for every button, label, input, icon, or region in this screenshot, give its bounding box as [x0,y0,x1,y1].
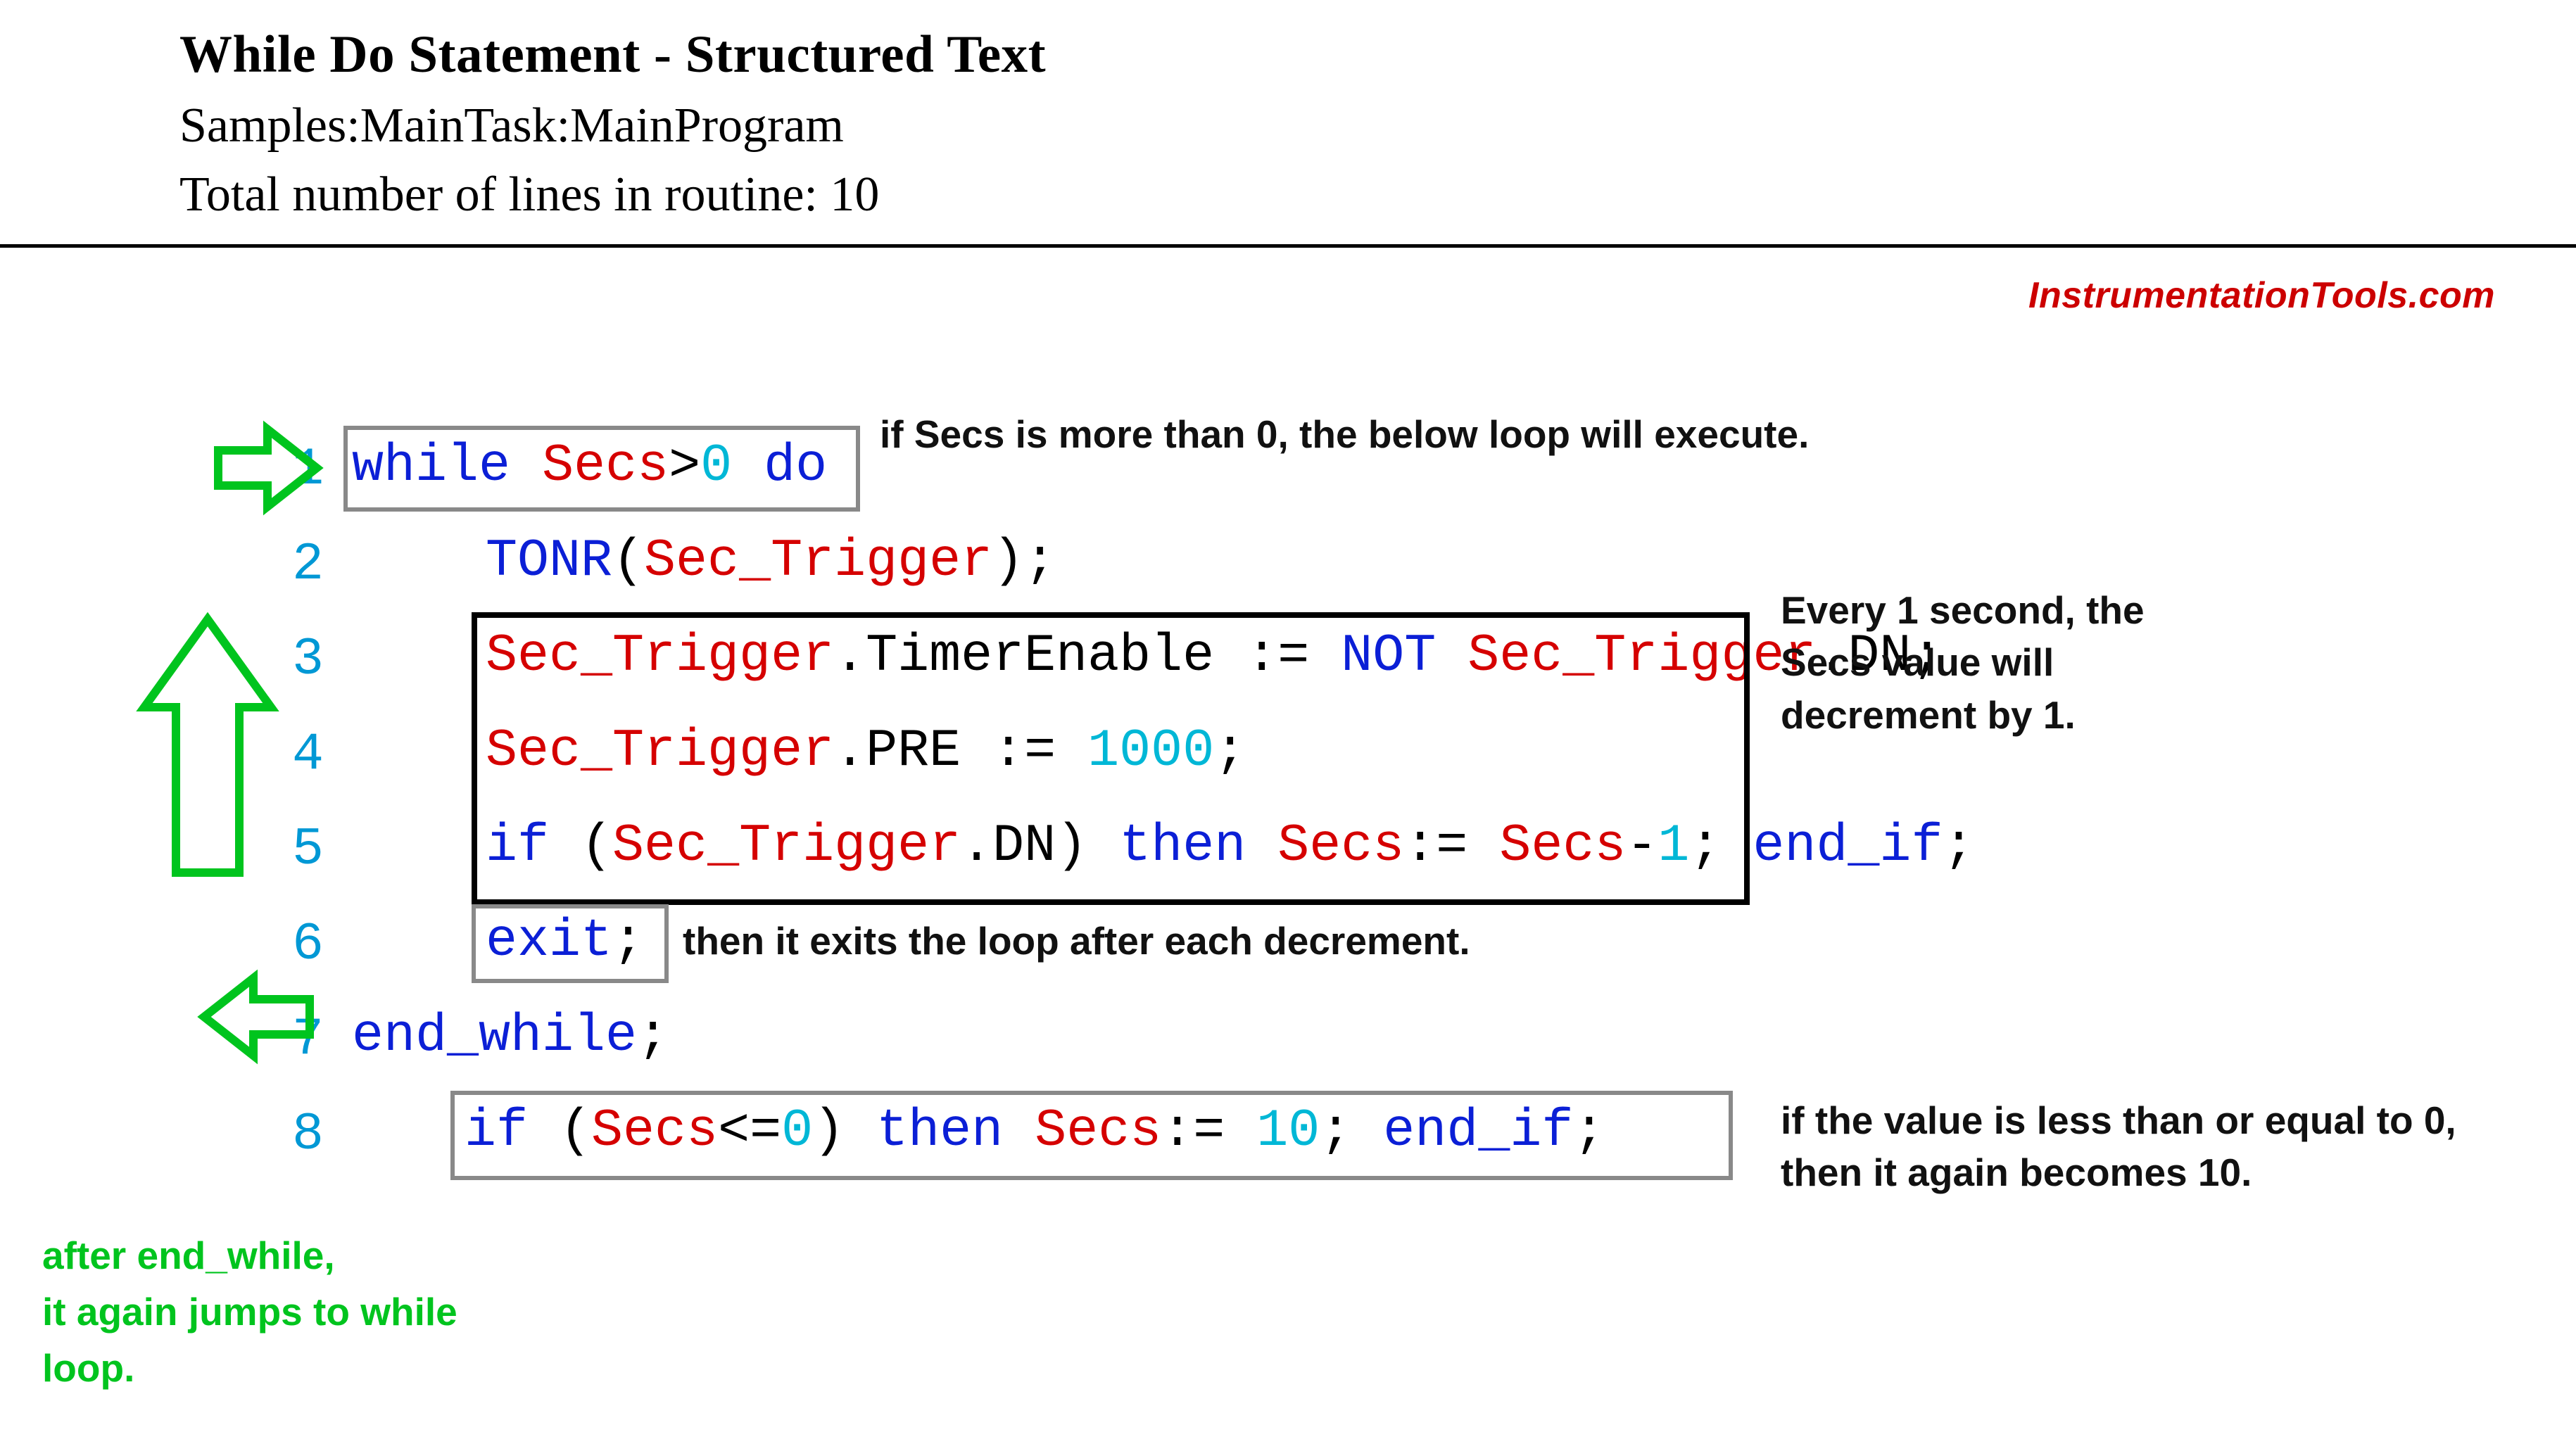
identifier-secs: Secs [1277,816,1404,876]
code-line-2: 2 TONR(Sec_Trigger); [282,524,2548,619]
annotation-line: then it again becomes 10. [1781,1146,2456,1198]
identifier-sec-trigger: Sec_Trigger [1467,626,1816,686]
code-line-4: 4 Sec_Trigger.PRE := 1000; [282,714,2548,809]
identifier-secs: Secs [542,436,669,496]
operator-assign: := [992,721,1056,781]
identifier-secs: Secs [1035,1101,1161,1161]
identifier-sec-trigger: Sec_Trigger [612,816,961,876]
line-number: 2 [282,535,324,595]
annotation-line: Secs value will [1781,636,2145,688]
identifier-sec-trigger: Sec_Trigger [486,626,834,686]
identifier-sec-trigger: Sec_Trigger [644,531,992,591]
keyword-if: if [486,816,549,876]
annotation-line: it again jumps to while [42,1284,457,1341]
identifier-sec-trigger: Sec_Trigger [486,721,834,781]
operator-assign: := [1161,1101,1225,1161]
keyword-then: then [876,1101,1003,1161]
code-line-3: 3 Sec_Trigger.TimerEnable := NOT Sec_Tri… [282,619,2548,714]
annotation-while-condition: if Secs is more than 0, the below loop w… [880,412,1809,457]
literal-zero: 0 [700,436,732,496]
annotation-loop-jump: after end_while, it again jumps to while… [42,1228,457,1396]
keyword-while: while [352,436,510,496]
annotation-line: decrement by 1. [1781,689,2145,741]
annotation-reset: if the value is less than or equal to 0,… [1781,1094,2456,1199]
function-tonr: TONR [486,531,612,591]
annotation-line: if the value is less than or equal to 0, [1781,1094,2456,1146]
annotation-line: after end_while, [42,1228,457,1284]
literal-ten: 10 [1256,1101,1320,1161]
header-divider [0,244,2576,248]
literal-1000: 1000 [1087,721,1214,781]
identifier-secs: Secs [591,1101,718,1161]
keyword-not: NOT [1341,626,1436,686]
keyword-if: if [465,1101,528,1161]
watermark-label: InstrumentationTools.com [2028,274,2495,317]
operator-assign: := [1246,626,1309,686]
member-pre: .PRE [834,721,961,781]
operator-gt: > [669,436,700,496]
literal-one: 1 [1658,816,1689,876]
keyword-endif: end_if [1383,1101,1573,1161]
keyword-then: then [1119,816,1246,876]
operator-minus: - [1626,816,1658,876]
annotation-line: loop. [42,1341,457,1397]
operator-le: <= [718,1101,781,1161]
code-line-7: 7 end_while; [282,999,2548,1094]
line-number: 8 [282,1105,324,1165]
arrow-up-icon [134,612,282,894]
annotation-timer-decrement: Every 1 second, the Secs value will decr… [1781,584,2145,741]
arrow-left-icon [197,964,317,1077]
arrow-right-icon [204,415,331,528]
line-number: 4 [282,725,324,785]
keyword-do: do [764,436,827,496]
identifier-secs: Secs [1499,816,1626,876]
member-timerenable: .TimerEnable [834,626,1214,686]
header: While Do Statement - Structured Text Sam… [0,0,2576,223]
code-line-5: 5 if (Sec_Trigger.DN) then Secs:= Secs-1… [282,809,2548,904]
page-root: While Do Statement - Structured Text Sam… [0,0,2576,1444]
annotation-line: Every 1 second, the [1781,584,2145,636]
keyword-exit: exit [486,911,612,971]
annotation-exit: then it exits the loop after each decrem… [683,918,1470,963]
line-count: Total number of lines in routine: 10 [179,167,2576,223]
program-path: Samples:MainTask:MainProgram [179,98,2576,154]
line-number: 3 [282,630,324,690]
literal-zero: 0 [781,1101,813,1161]
keyword-endif: end_if [1753,816,1943,876]
operator-assign: := [1404,816,1467,876]
line-number: 5 [282,820,324,880]
keyword-endwhile: end_while [352,1006,637,1066]
page-title: While Do Statement - Structured Text [179,25,2576,85]
member-dn: .DN [961,816,1056,876]
code-block: 1 while Secs>0 do 2 TONR(Sec_Trigger); 3… [282,429,2548,1189]
